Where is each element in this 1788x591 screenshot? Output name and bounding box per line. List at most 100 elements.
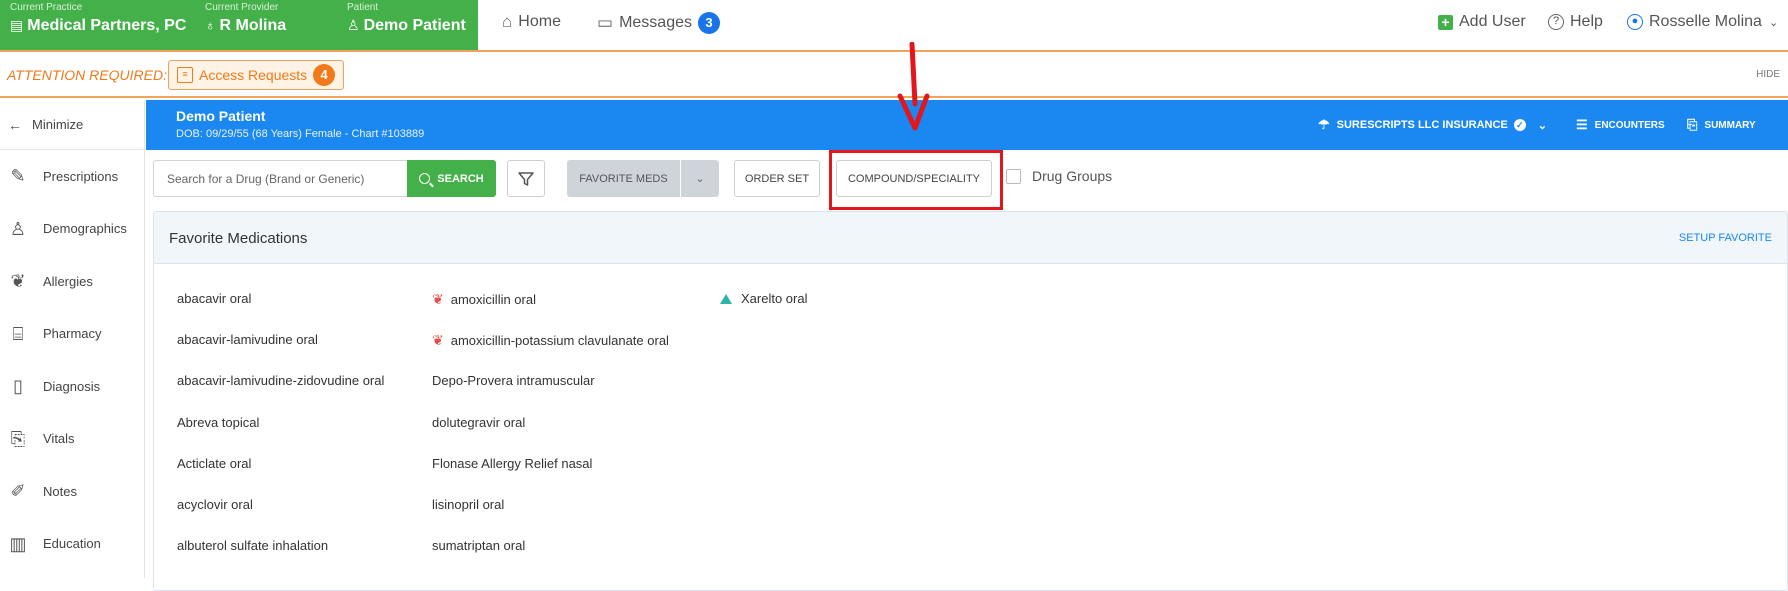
checkbox[interactable]	[1006, 168, 1021, 184]
left-sidebar: ← Minimize ✎ Prescriptions ♙ Demographics ❦…	[0, 100, 145, 578]
med-name: Depo-Provera intramuscular	[432, 373, 595, 388]
med-item[interactable]: acyclovir oral	[177, 497, 253, 512]
chat-icon: ▭	[597, 13, 614, 32]
provider-selector[interactable]: Current Provider ♁ R Molina	[205, 2, 286, 37]
sidebar-item-diagnosis[interactable]: ▯ Diagnosis	[0, 360, 144, 413]
sidebar-item-notes[interactable]: ✐ Notes	[0, 465, 144, 518]
med-item[interactable]: Xarelto oral	[720, 291, 807, 306]
patient-header-name: Demo Patient	[176, 108, 266, 124]
practice-selector[interactable]: Current Practice ▤ Medical Partners, PC	[10, 2, 186, 37]
search-icon	[419, 173, 431, 184]
med-item[interactable]: lisinopril oral	[432, 497, 504, 512]
search-button[interactable]: SEARCH	[407, 160, 496, 197]
summary-button[interactable]: ⎘ SUMMARY	[1687, 117, 1756, 133]
arrow-left-icon: ←	[8, 116, 22, 133]
clipboard-icon: ⎘	[10, 428, 26, 449]
chevron-down-icon: ⌄	[1537, 119, 1547, 132]
chevron-down-icon: ⌄	[1768, 16, 1779, 29]
drug-groups-label: Drug Groups	[1032, 168, 1113, 184]
sidebar-item-vitals[interactable]: ⎘ Vitals	[0, 413, 144, 466]
med-item[interactable]: abacavir-lamivudine oral	[177, 332, 318, 347]
filter-button[interactable]	[507, 160, 545, 197]
user-menu[interactable]: ● Rosselle Molina ⌄	[1627, 13, 1778, 31]
pen-icon: ✐	[10, 481, 26, 502]
building-icon: ▤	[10, 17, 24, 33]
chevron-down-icon: ⌄	[695, 173, 705, 185]
patient-name: Demo Patient	[363, 17, 466, 34]
provider-label: Current Provider	[205, 2, 279, 13]
clipboard-icon: ⎘	[1687, 117, 1698, 132]
sidebar-item-label: Allergies	[43, 273, 93, 289]
practice-label: Current Practice	[10, 2, 83, 13]
filter-icon	[518, 171, 534, 186]
sidebar-item-pharmacy[interactable]: ⌸ Pharmacy	[0, 308, 144, 361]
favorite-meds-button[interactable]: FAVORITE MEDS	[567, 160, 680, 197]
home-label: Home	[518, 13, 561, 30]
med-item[interactable]: ❦ amoxicillin oral	[432, 291, 536, 308]
encounters-button[interactable]: ☰ ENCOUNTERS	[1576, 117, 1665, 133]
summary-label: SUMMARY	[1704, 119, 1756, 131]
med-name: Acticlate oral	[177, 456, 252, 471]
home-link[interactable]: ⌂ Home	[502, 12, 561, 32]
patient-selector[interactable]: Patient ♙ Demo Patient	[347, 2, 466, 37]
insurance-label: SURESCRIPTS LLC INSURANCE	[1336, 119, 1508, 131]
med-item[interactable]: sumatriptan oral	[432, 538, 525, 553]
med-item[interactable]: ❦ amoxicillin-potassium clavulanate oral	[432, 332, 669, 349]
sidebar-item-label: Pharmacy	[43, 326, 102, 342]
annotation-highlight-box	[829, 150, 1003, 210]
sidebar-item-label: Prescriptions	[43, 168, 119, 184]
edit-icon: ✎	[10, 166, 26, 187]
panel-title: Favorite Medications	[169, 230, 308, 247]
sidebar-item-label: Notes	[43, 483, 77, 499]
sidebar-item-label: Education	[43, 536, 101, 552]
list-icon: ☰	[1576, 117, 1588, 132]
add-user-label: Add User	[1459, 13, 1526, 30]
med-item[interactable]: Acticlate oral	[177, 456, 251, 471]
hide-link[interactable]: HIDE	[1756, 69, 1780, 80]
insurance-dropdown[interactable]: ☂ SURESCRIPTS LLC INSURANCE ✓ ⌄	[1318, 117, 1547, 133]
attention-label: ATTENTION REQUIRED:	[7, 67, 167, 83]
med-item[interactable]: Depo-Provera intramuscular	[432, 373, 595, 388]
setup-favorite-link[interactable]: SETUP FAVORITE	[1679, 232, 1772, 244]
help-link[interactable]: ? Help	[1548, 13, 1603, 31]
med-name: lisinopril oral	[432, 497, 505, 512]
practice-name: Medical Partners, PC	[27, 17, 187, 34]
med-item[interactable]: albuterol sulfate inhalation	[177, 538, 328, 553]
plus-icon: +	[1438, 14, 1453, 30]
med-item[interactable]: Flonase Allergy Relief nasal	[432, 456, 592, 471]
med-name: albuterol sulfate inhalation	[177, 538, 329, 553]
access-requests-label: Access Requests	[199, 67, 308, 83]
drug-groups-checkbox[interactable]: Drug Groups	[1006, 168, 1112, 184]
med-item[interactable]: abacavir oral	[177, 291, 251, 306]
order-set-button[interactable]: ORDER SET	[734, 160, 820, 197]
book-icon: ▥	[9, 533, 27, 554]
med-name: Flonase Allergy Relief nasal	[432, 456, 593, 471]
order-set-label: ORDER SET	[744, 172, 810, 185]
context-bar: Current Practice ▤ Medical Partners, PC C…	[0, 0, 478, 50]
user-name: Rosselle Molina	[1649, 13, 1762, 30]
feather-icon: ❦	[10, 271, 26, 292]
med-name: sumatriptan oral	[432, 538, 526, 553]
favorite-meds-dropdown[interactable]: ⌄	[681, 160, 719, 197]
access-requests-button[interactable]: ≡ Access Requests 4	[168, 60, 345, 90]
messages-link[interactable]: ▭ Messages 3	[597, 12, 720, 34]
drug-search-input[interactable]	[153, 160, 408, 197]
patient-label: Patient	[347, 2, 379, 13]
search-button-label: SEARCH	[437, 172, 484, 185]
add-user-button[interactable]: + Add User	[1438, 13, 1526, 31]
sidebar-item-prescriptions[interactable]: ✎ Prescriptions	[0, 150, 144, 203]
messages-label: Messages	[619, 14, 692, 31]
pharmacy-icon: ⌸	[12, 323, 24, 344]
med-item[interactable]: dolutegravir oral	[432, 415, 525, 430]
home-icon: ⌂	[502, 12, 513, 31]
help-label: Help	[1570, 13, 1603, 30]
favorite-medications-panel: Favorite Medications SETUP FAVORITE abac…	[153, 211, 1788, 591]
umbrella-icon: ☂	[1318, 117, 1330, 132]
minimize-button[interactable]: ← Minimize	[0, 100, 144, 150]
sidebar-item-education[interactable]: ▥ Education	[0, 518, 144, 571]
med-name: abacavir-lamivudine-zidovudine oral	[177, 373, 385, 388]
sidebar-item-demographics[interactable]: ♙ Demographics	[0, 203, 144, 256]
med-item[interactable]: abacavir-lamivudine-zidovudine oral	[177, 373, 384, 388]
sidebar-item-allergies[interactable]: ❦ Allergies	[0, 255, 144, 308]
med-item[interactable]: Abreva topical	[177, 415, 259, 430]
